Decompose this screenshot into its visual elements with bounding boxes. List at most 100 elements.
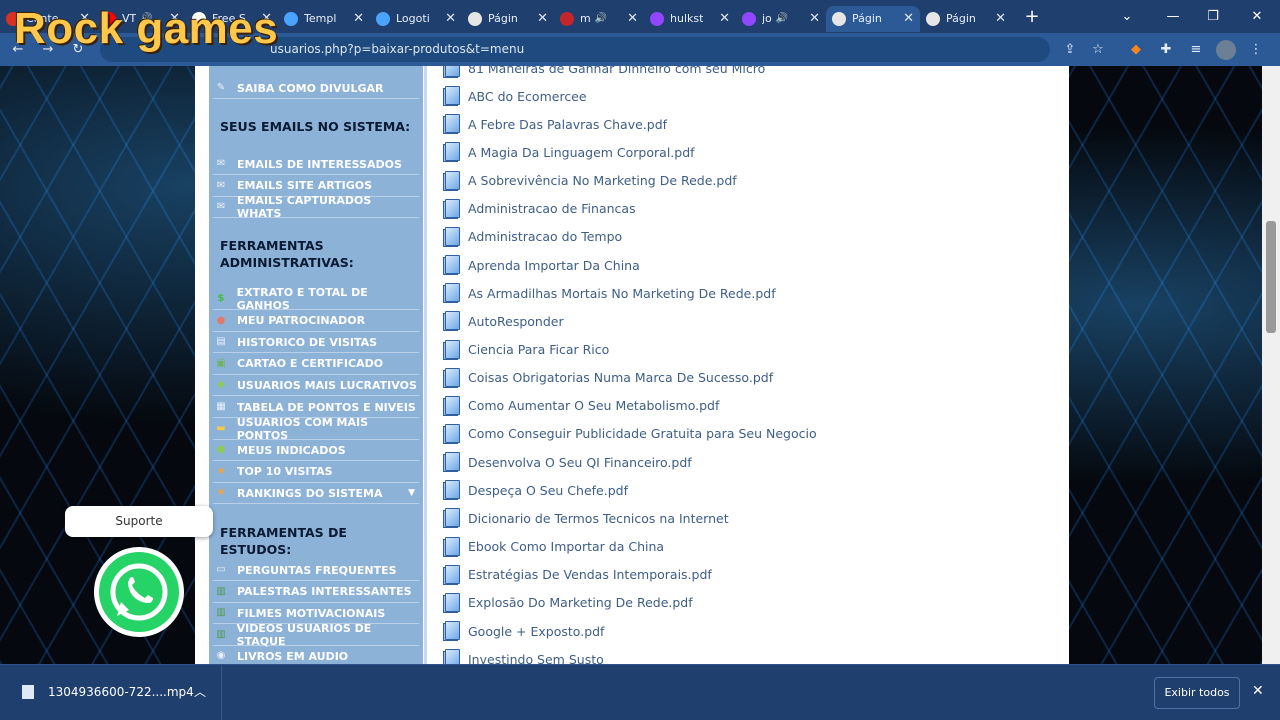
sidebar-menu-item[interactable]: ▬ USUARIOS COM MAIS PONTOS — [213, 416, 419, 442]
sidebar-menu-item[interactable]: ▤ HISTORICO DE VISITAS — [213, 332, 419, 354]
file-name-link[interactable]: Coisas Obrigatorias Numa Marca De Sucess… — [468, 370, 773, 385]
browser-tab[interactable]: jo 🔊 ✕ — [736, 6, 826, 32]
profile-avatar[interactable] — [1216, 40, 1236, 60]
file-name-link[interactable]: Despeça O Seu Chefe.pdf — [468, 483, 628, 498]
sidebar-menu-item[interactable]: ▥ PALESTRAS INTERESSANTES — [213, 582, 419, 603]
file-name-link[interactable]: Desenvolva O Seu QI Financeiro.pdf — [468, 455, 692, 470]
file-list-item[interactable]: Google + Exposto.pdf — [443, 617, 604, 645]
file-list-item[interactable]: Ciencia Para Ficar Rico — [443, 336, 609, 364]
sidebar-menu-item[interactable]: ✉ EMAILS CAPTURADOS WHATS — [213, 194, 419, 220]
bookmark-star-icon[interactable]: ☆ — [1088, 40, 1108, 60]
sidebar-menu-item[interactable]: ◉ LIVROS EM AUDIO — [213, 646, 419, 664]
tab-close-icon[interactable]: ✕ — [903, 11, 914, 26]
sidebar-menu-item[interactable]: ● MEU PATROCINADOR — [213, 311, 419, 332]
document-icon — [443, 339, 462, 360]
tab-search-icon[interactable]: ⌄ — [1104, 0, 1150, 33]
file-name-link[interactable]: Dicionario de Termos Tecnicos na Interne… — [468, 511, 729, 526]
file-name-link[interactable]: Explosão Do Marketing De Rede.pdf — [468, 595, 693, 610]
tab-close-icon[interactable]: ✕ — [353, 11, 364, 26]
scrollbar-thumb[interactable] — [1266, 221, 1276, 333]
file-list-item[interactable]: Explosão Do Marketing De Rede.pdf — [443, 589, 693, 617]
file-list-item[interactable]: Aprenda Importar Da China — [443, 251, 640, 279]
document-icon — [443, 142, 462, 163]
browser-tab[interactable]: Págin ✕ — [920, 6, 1012, 32]
tab-close-icon[interactable]: ✕ — [445, 11, 456, 26]
file-name-link[interactable]: Estratégias De Vendas Intemporais.pdf — [468, 567, 712, 582]
file-list-item[interactable]: Despeça O Seu Chefe.pdf — [443, 476, 628, 504]
file-list-item[interactable]: A Febre Das Palavras Chave.pdf — [443, 110, 667, 138]
file-name-link[interactable]: Investindo Sem Susto — [468, 652, 604, 664]
sidebar-menu-item[interactable]: ★ TOP 10 VISITAS — [213, 462, 419, 483]
sidebar-menu-item[interactable]: ★ RANKINGS DO SISTEMA ▼ — [213, 483, 419, 505]
file-name-link[interactable]: ABC do Ecomercee — [468, 89, 587, 104]
whatsapp-button[interactable] — [94, 547, 184, 637]
sidebar-menu-item[interactable]: ▣ CARTAO E CERTIFICADO — [213, 354, 419, 375]
chevron-up-icon[interactable]: ︿ — [194, 683, 206, 700]
file-name-link[interactable]: A Sobrevivência No Marketing De Rede.pdf — [468, 173, 737, 188]
file-name-link[interactable]: A Magia Da Linguagem Corporal.pdf — [468, 145, 695, 160]
tab-close-icon[interactable]: ✕ — [627, 11, 638, 26]
sidebar-menu-item[interactable]: ▭ PERGUNTAS FREQUENTES — [213, 560, 419, 581]
file-list-item[interactable]: Ebook Como Importar da China — [443, 533, 664, 561]
media-control-icon[interactable]: ≡ — [1186, 40, 1206, 60]
sidebar-menu-item[interactable]: $ EXTRATO E TOTAL DE GANHOS — [213, 286, 419, 312]
browser-tab[interactable]: m 🔊 ✕ — [554, 6, 644, 32]
tab-close-icon[interactable]: ✕ — [995, 11, 1006, 26]
restore-icon[interactable]: ❐ — [1190, 0, 1236, 33]
file-name-link[interactable]: A Febre Das Palavras Chave.pdf — [468, 117, 667, 132]
browser-tab[interactable]: Págin ✕ — [462, 6, 554, 32]
sidebar-menu-item[interactable]: ▥ VIDEOS USUARIOS DE STAQUE — [213, 622, 419, 648]
file-list-item[interactable]: Administracao de Financas — [443, 195, 636, 223]
file-list-item[interactable]: As Armadilhas Mortais No Marketing De Re… — [443, 279, 776, 307]
file-name-link[interactable]: Como Conseguir Publicidade Gratuita para… — [468, 426, 817, 441]
metamask-extension-icon[interactable]: ◆ — [1126, 40, 1146, 60]
file-name-link[interactable]: Google + Exposto.pdf — [468, 624, 604, 639]
sidebar-menu-item[interactable]: ✉ EMAILS DE INTERESSADOS — [213, 154, 419, 175]
sidebar-menu-item[interactable]: ✎ SAIBA COMO DIVULGAR — [213, 78, 419, 99]
tab-audio-icon[interactable]: 🔊 — [595, 13, 607, 24]
file-name-link[interactable]: Aprenda Importar Da China — [468, 258, 640, 273]
tab-close-icon[interactable]: ✕ — [537, 11, 548, 26]
file-list-item[interactable]: AutoResponder — [443, 307, 564, 335]
file-list-item[interactable]: A Sobrevivência No Marketing De Rede.pdf — [443, 167, 737, 195]
new-tab-icon[interactable]: + — [1020, 6, 1044, 27]
tab-close-icon[interactable]: ✕ — [809, 11, 820, 26]
tab-audio-icon[interactable]: 🔊 — [776, 13, 788, 24]
file-name-link[interactable]: 81 Maneiras de Ganhar Dinheiro com seu M… — [468, 66, 765, 76]
file-name-link[interactable]: Ciencia Para Ficar Rico — [468, 342, 609, 357]
file-name-link[interactable]: As Armadilhas Mortais No Marketing De Re… — [468, 286, 776, 301]
file-list-item[interactable]: Coisas Obrigatorias Numa Marca De Sucess… — [443, 364, 773, 392]
close-download-bar-icon[interactable]: ✕ — [1252, 683, 1264, 699]
show-all-downloads-button[interactable]: Exibir todos — [1154, 677, 1240, 709]
download-item[interactable]: 1304936600-722....mp4 ︿ — [0, 665, 222, 720]
file-list-item[interactable]: Administracao do Tempo — [443, 223, 622, 251]
file-list-item[interactable]: ABC do Ecomercee — [443, 82, 587, 110]
file-name-link[interactable]: Administracao de Financas — [468, 201, 636, 216]
page-scrollbar[interactable] — [1262, 66, 1280, 664]
file-list-item[interactable]: Investindo Sem Susto — [443, 645, 604, 664]
close-window-icon[interactable]: ✕ — [1234, 0, 1280, 33]
file-name-link[interactable]: Como Aumentar O Seu Metabolismo.pdf — [468, 398, 719, 413]
support-label[interactable]: Suporte — [65, 506, 213, 537]
file-list-item[interactable]: 81 Maneiras de Ganhar Dinheiro com seu M… — [443, 66, 765, 82]
browser-tab[interactable]: Logoti ✕ — [370, 6, 462, 32]
sidebar-menu-item[interactable]: ● MEUS INDICADOS — [213, 440, 419, 462]
file-list-item[interactable]: Desenvolva O Seu QI Financeiro.pdf — [443, 448, 692, 476]
browser-tab[interactable]: Págin ✕ — [826, 5, 920, 32]
extensions-puzzle-icon[interactable]: ✚ — [1156, 40, 1176, 60]
file-list-item[interactable]: A Magia Da Linguagem Corporal.pdf — [443, 138, 695, 166]
tab-close-icon[interactable]: ✕ — [719, 11, 730, 26]
file-list-item[interactable]: Estratégias De Vendas Intemporais.pdf — [443, 561, 712, 589]
menu-kebab-icon[interactable]: ⋮ — [1246, 40, 1266, 60]
file-name-link[interactable]: Ebook Como Importar da China — [468, 539, 664, 554]
browser-tab[interactable]: hulkst ✕ — [644, 6, 736, 32]
file-name-link[interactable]: Administracao do Tempo — [468, 229, 622, 244]
browser-tab[interactable]: Templ ✕ — [278, 6, 370, 32]
dropdown-arrow-icon[interactable]: ▼ — [408, 488, 415, 498]
sidebar-menu-item[interactable]: ◆ USUARIOS MAIS LUCRATIVOS — [213, 375, 419, 397]
share-icon[interactable]: ⇪ — [1060, 40, 1080, 60]
file-list-item[interactable]: Como Aumentar O Seu Metabolismo.pdf — [443, 392, 719, 420]
file-name-link[interactable]: AutoResponder — [468, 314, 564, 329]
file-list-item[interactable]: Como Conseguir Publicidade Gratuita para… — [443, 420, 817, 448]
file-list-item[interactable]: Dicionario de Termos Tecnicos na Interne… — [443, 504, 729, 532]
